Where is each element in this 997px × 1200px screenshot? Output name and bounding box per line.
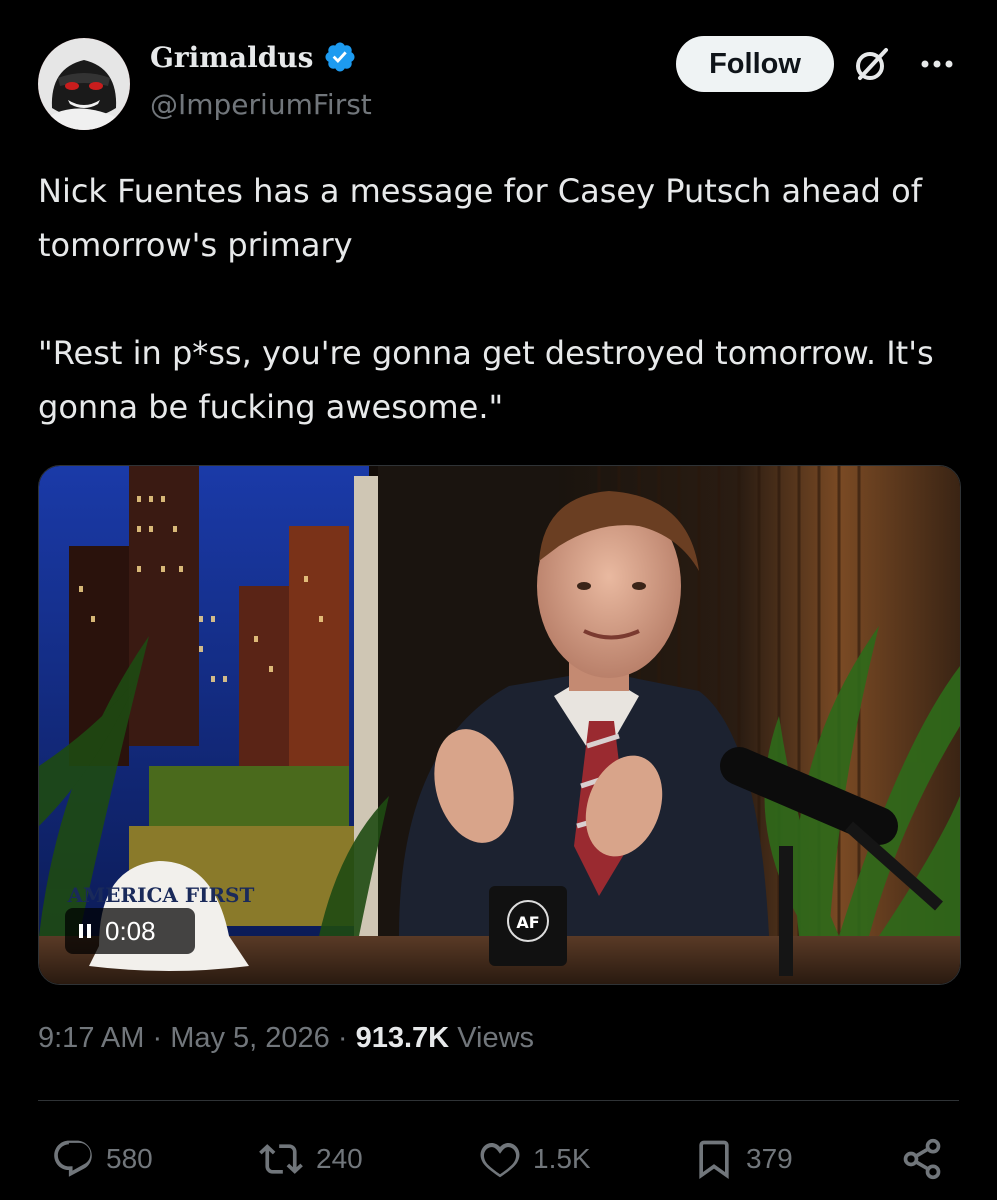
- author-handle[interactable]: @ImperiumFirst: [150, 88, 372, 121]
- divider: [38, 1100, 959, 1101]
- tweet-time[interactable]: 9:17 AM: [38, 1022, 144, 1054]
- share-icon: [903, 1138, 941, 1180]
- meta-separator: ·: [152, 1022, 163, 1054]
- tweet-paragraph: Nick Fuentes has a message for Casey Put…: [38, 172, 922, 264]
- follow-button[interactable]: Follow: [676, 36, 834, 92]
- video-frame: AF AMERICA FIRST: [39, 466, 960, 984]
- views-label: Views: [457, 1022, 535, 1054]
- author-name[interactable]: Grimaldus: [150, 41, 313, 74]
- like-count: 1.5K: [533, 1143, 591, 1174]
- hat-text: AMERICA FIRST: [67, 883, 255, 907]
- tweet-paragraph: "Rest in p*ss, you're gonna get destroye…: [38, 334, 934, 426]
- tweet-meta: 9:17 AM · May 5, 2026 · 913.7K Views: [38, 1022, 534, 1055]
- repost-count: 240: [316, 1143, 363, 1174]
- share-button[interactable]: [900, 1134, 944, 1184]
- pause-icon[interactable]: [79, 924, 91, 938]
- author-avatar[interactable]: [38, 38, 130, 130]
- bookmark-button[interactable]: 379: [692, 1134, 793, 1184]
- verified-badge-icon: [325, 42, 355, 72]
- grok-icon[interactable]: [852, 44, 892, 84]
- masked-face-avatar-icon: [38, 38, 130, 130]
- views-count: 913.7K: [355, 1022, 450, 1054]
- video-time: 0:08: [105, 915, 156, 946]
- bookmark-count: 379: [746, 1143, 793, 1174]
- heart-icon: [480, 1143, 520, 1178]
- author-name-row[interactable]: Grimaldus: [150, 40, 357, 74]
- meta-separator: ·: [337, 1022, 348, 1054]
- tweet-text: Nick Fuentes has a message for Casey Put…: [38, 164, 958, 434]
- reply-icon: [54, 1140, 92, 1177]
- repost-icon: [259, 1144, 303, 1174]
- repost-button[interactable]: 240: [256, 1134, 363, 1184]
- mug-logo: AF: [516, 913, 539, 932]
- like-button[interactable]: 1.5K: [477, 1134, 591, 1184]
- tweet-date[interactable]: May 5, 2026: [170, 1022, 330, 1054]
- reply-count: 580: [106, 1143, 153, 1174]
- bookmark-icon: [699, 1140, 729, 1180]
- video-timer[interactable]: 0:08: [65, 908, 195, 954]
- more-icon[interactable]: [915, 44, 959, 84]
- reply-button[interactable]: 580: [50, 1134, 153, 1184]
- video-player[interactable]: AF AMERICA FIRST: [38, 465, 961, 985]
